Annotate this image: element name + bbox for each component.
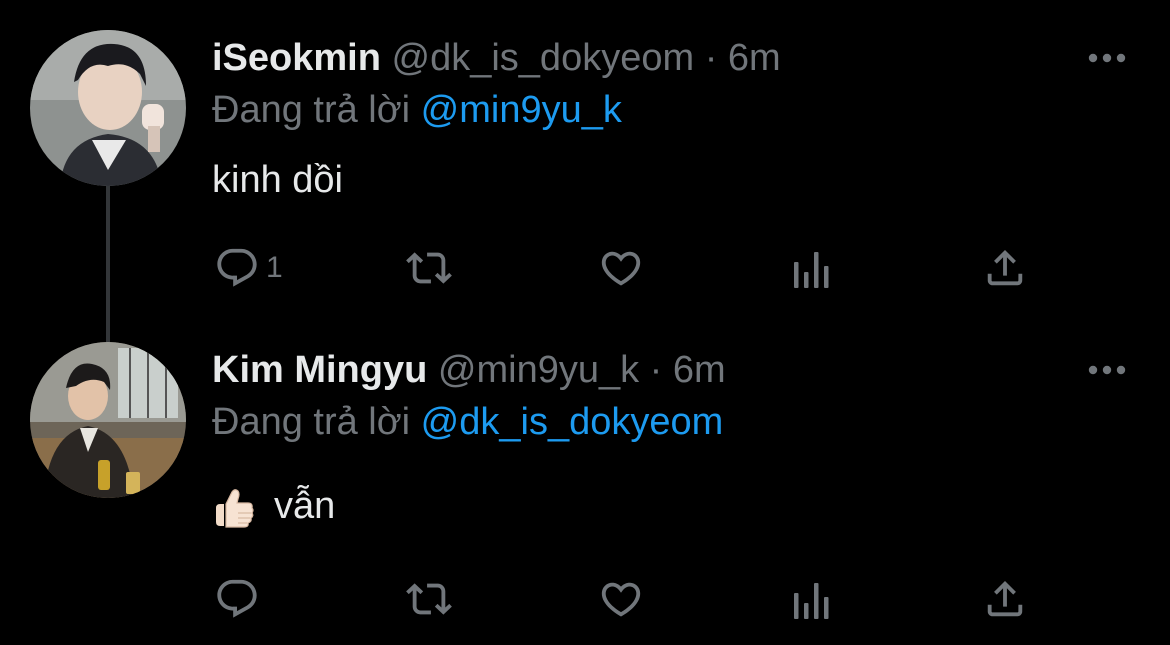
tweet-2[interactable]: Kim Mingyu @min9yu_k · 6m Đang trả lời @… [0,320,1170,645]
views-button[interactable] [792,577,832,625]
thumbs-up-emoji [212,486,256,530]
share-icon [987,580,1023,617]
views-icon [794,252,829,288]
display-name[interactable]: Kim Mingyu [212,349,427,391]
views-button[interactable] [792,246,832,294]
replying-to-line: Đang trả lời @dk_is_dokyeom [212,399,723,445]
retweet-icon [406,583,452,615]
replying-to-line: Đang trả lời @min9yu_k [212,87,622,133]
reply-count: 1 [266,251,283,284]
share-button[interactable] [982,244,1028,292]
like-icon [601,582,641,617]
more-icon[interactable] [1087,52,1127,64]
like-button[interactable] [597,575,645,623]
tweet-1[interactable]: iSeokmin @dk_is_dokyeom · 6m Đang trả lờ… [0,0,1170,320]
share-button[interactable] [982,575,1028,623]
reply-button[interactable]: 1 [214,244,283,292]
separator-dot: · [704,37,718,79]
reply-button[interactable] [214,575,260,623]
share-icon [987,249,1023,286]
replying-label: Đang trả lời [212,401,411,443]
timestamp[interactable]: 6m [673,349,726,391]
retweet-icon [406,252,452,284]
timestamp[interactable]: 6m [728,37,781,79]
user-handle[interactable]: @min9yu_k [438,349,639,391]
like-button[interactable] [597,244,645,292]
avatar[interactable] [30,30,186,186]
reply-icon [217,579,257,618]
tweet-text: vẫn [274,485,336,527]
reply-icon [217,248,257,287]
user-handle[interactable]: @dk_is_dokyeom [392,37,695,79]
more-icon[interactable] [1087,364,1127,376]
tweet-header: Kim Mingyu @min9yu_k · 6m [212,347,726,393]
replying-mention[interactable]: @dk_is_dokyeom [421,401,724,443]
replying-label: Đang trả lời [212,89,411,131]
avatar[interactable] [30,342,186,498]
tweet-text: kinh dồi [212,159,343,201]
replying-mention[interactable]: @min9yu_k [421,89,622,131]
separator-dot: · [649,349,663,391]
views-icon [794,583,829,619]
like-icon [601,251,641,286]
retweet-button[interactable] [403,575,455,623]
display-name[interactable]: iSeokmin [212,37,381,79]
tweet-header: iSeokmin @dk_is_dokyeom · 6m [212,35,781,81]
tweet-text-line: vẫn [212,483,335,530]
retweet-button[interactable] [403,244,455,292]
